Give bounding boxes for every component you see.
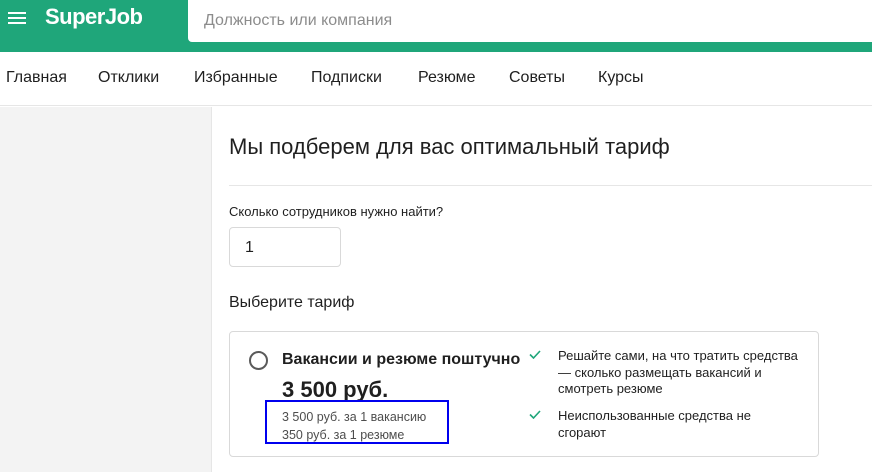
tariff-name: Вакансии и резюме поштучно [282, 351, 521, 368]
superjob-logo[interactable]: SuperJob [45, 4, 143, 30]
employees-count-input[interactable]: 1 [229, 227, 341, 267]
search-box[interactable] [188, 0, 872, 42]
nav-item-responses[interactable]: Отклики [98, 69, 159, 87]
nav-item-subscriptions[interactable]: Подписки [311, 69, 382, 87]
tariff-heading: Выберите тариф [229, 294, 355, 311]
nav-item-favorites[interactable]: Избранные [194, 69, 278, 87]
price-per-resume: 350 руб. за 1 резюме [282, 428, 405, 442]
feature-text: Неиспользованные средства не сгорают [558, 408, 752, 440]
check-icon [529, 410, 541, 419]
employees-question-label: Сколько сотрудников нужно найти? [229, 204, 444, 219]
left-sidebar [0, 107, 212, 472]
top-header: SuperJob [0, 0, 872, 52]
nav-item-resumes[interactable]: Резюме [418, 69, 476, 87]
main-content: Мы подберем для вас оптимальный тариф Ск… [213, 107, 872, 472]
main-nav: Главная Отклики Избранные Подписки Резюм… [0, 52, 872, 106]
price-details-box: 3 500 руб. за 1 вакансию 350 руб. за 1 р… [265, 400, 449, 444]
price-per-vacancy: 3 500 руб. за 1 вакансию [282, 410, 427, 424]
nav-item-tips[interactable]: Советы [509, 69, 565, 87]
nav-item-home[interactable]: Главная [6, 69, 67, 87]
check-icon [529, 350, 541, 359]
tariff-radio[interactable] [249, 351, 268, 370]
page-title: Мы подберем для вас оптимальный тариф [229, 134, 670, 159]
tariff-card[interactable]: Вакансии и резюме поштучно 3 500 руб. 3 … [229, 331, 819, 457]
menu-icon[interactable] [8, 10, 26, 26]
divider [229, 185, 872, 186]
employees-count-value: 1 [245, 239, 254, 256]
feature-text: Решайте сами, на что тратить средства — … [558, 348, 798, 396]
nav-item-courses[interactable]: Курсы [598, 69, 644, 87]
search-input[interactable] [188, 0, 872, 42]
